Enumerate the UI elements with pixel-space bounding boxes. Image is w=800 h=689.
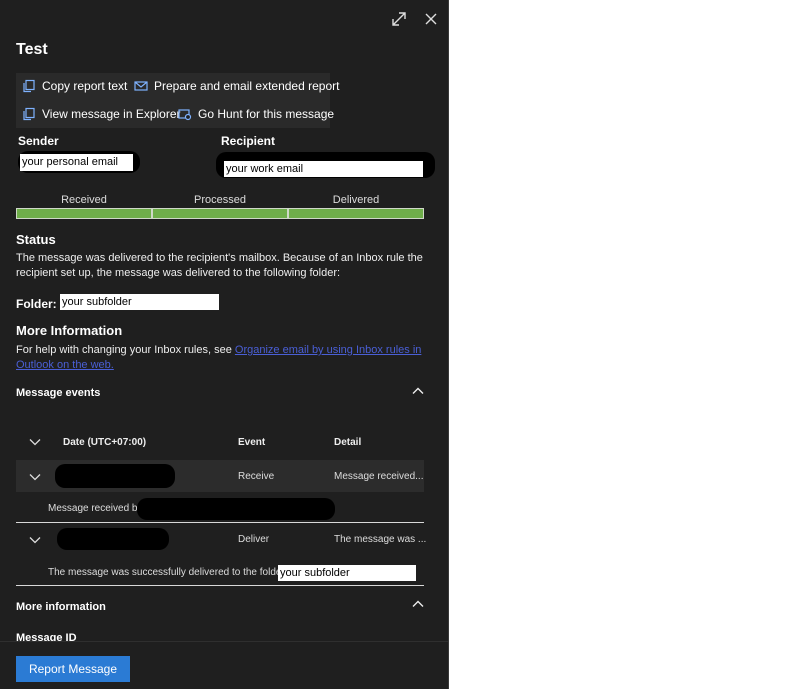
hunt-icon bbox=[178, 109, 192, 121]
redacted-date-mark bbox=[55, 464, 175, 488]
column-header-detail[interactable]: Detail bbox=[334, 437, 361, 448]
step-delivered: Delivered bbox=[332, 194, 380, 206]
detail-cell: The message was ... bbox=[334, 534, 427, 545]
event-cell: Receive bbox=[238, 471, 275, 482]
step-received: Received bbox=[61, 194, 107, 206]
step-processed: Processed bbox=[194, 194, 246, 206]
copy-report-button[interactable]: Copy report text bbox=[22, 79, 127, 93]
view-explorer-label: View message in Explorer bbox=[42, 107, 181, 121]
column-header-event[interactable]: Event bbox=[238, 437, 265, 448]
message-trace-panel: Test Copy report text Prepare and email … bbox=[0, 0, 449, 689]
progress-bar-processed bbox=[152, 208, 288, 219]
go-hunt-button[interactable]: Go Hunt for this message bbox=[178, 107, 334, 121]
detail-cell: Message received... bbox=[334, 471, 424, 482]
report-message-button[interactable]: Report Message bbox=[16, 656, 130, 682]
panel-footer: Report Message bbox=[0, 641, 448, 689]
mail-icon bbox=[134, 81, 148, 91]
delivered-folder-value: your subfolder bbox=[278, 565, 416, 581]
copy-icon bbox=[23, 107, 35, 121]
folder-label: Folder: bbox=[16, 297, 57, 311]
more-info-title: More Information bbox=[16, 323, 123, 338]
delivery-progress: Received Processed Delivered bbox=[16, 194, 424, 220]
close-icon[interactable] bbox=[420, 8, 442, 30]
redacted-receiver-mark bbox=[137, 498, 335, 520]
status-text: The message was delivered to the recipie… bbox=[16, 252, 423, 279]
sender-value: your personal email bbox=[20, 154, 133, 171]
redacted-date-mark bbox=[57, 528, 169, 550]
action-toolbar: Copy report text Prepare and email exten… bbox=[16, 73, 339, 128]
row-divider bbox=[16, 522, 424, 523]
progress-bar-delivered bbox=[288, 208, 424, 219]
expanded-detail-text: Message received by: bbox=[48, 503, 146, 514]
row-divider bbox=[16, 585, 424, 586]
sender-label: Sender bbox=[18, 134, 59, 148]
copy-icon bbox=[23, 79, 35, 93]
progress-bar-received bbox=[16, 208, 152, 219]
copy-report-label: Copy report text bbox=[42, 79, 128, 93]
chevron-down-icon[interactable] bbox=[28, 470, 42, 484]
chevron-up-icon[interactable] bbox=[411, 597, 425, 611]
prepare-email-label: Prepare and email extended report bbox=[154, 79, 340, 93]
message-events-title: Message events bbox=[16, 387, 101, 399]
go-hunt-label: Go Hunt for this message bbox=[198, 107, 335, 121]
column-header-date[interactable]: Date (UTC+07:00) bbox=[63, 437, 146, 448]
more-info-prefix: For help with changing your Inbox rules,… bbox=[16, 344, 235, 356]
folder-value: your subfolder bbox=[60, 294, 219, 310]
expand-icon[interactable] bbox=[388, 8, 410, 30]
recipient-value: your work email bbox=[224, 161, 423, 177]
status-title: Status bbox=[16, 232, 56, 247]
expanded-detail-text: The message was successfully delivered t… bbox=[48, 567, 288, 578]
more-information-title: More information bbox=[16, 601, 106, 613]
chevron-down-icon[interactable] bbox=[28, 533, 42, 547]
panel-title: Test bbox=[16, 41, 48, 58]
chevron-up-icon[interactable] bbox=[411, 384, 425, 398]
chevron-down-icon[interactable] bbox=[28, 435, 42, 449]
prepare-email-button[interactable]: Prepare and email extended report bbox=[134, 79, 339, 93]
more-info-text: For help with changing your Inbox rules,… bbox=[16, 343, 426, 373]
recipient-label: Recipient bbox=[221, 134, 276, 148]
view-explorer-button[interactable]: View message in Explorer bbox=[22, 107, 181, 121]
event-cell: Deliver bbox=[238, 534, 270, 545]
